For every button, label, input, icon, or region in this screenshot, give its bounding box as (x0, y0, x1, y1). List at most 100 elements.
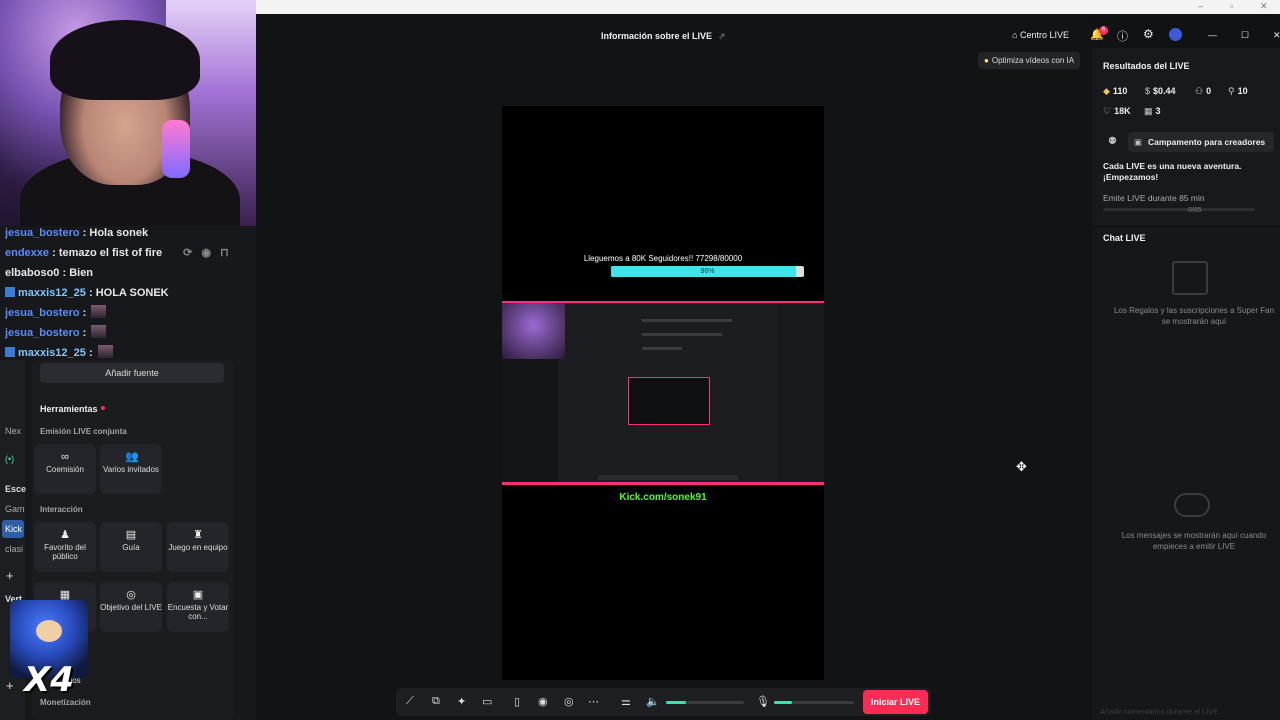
heart-icon: ♡ (1103, 106, 1112, 116)
goal-progress-bar: 96% (611, 266, 804, 277)
kick-logo-icon (5, 287, 15, 297)
avatar[interactable] (1169, 28, 1182, 41)
more-icon[interactable]: ⋯ (588, 695, 599, 708)
phone-icon[interactable]: ▯ (514, 695, 520, 708)
book-icon: ▤ (125, 529, 137, 541)
poll-button[interactable]: ▣ Encuesta y Votar con... (167, 582, 229, 632)
emit-progress-text: 0/85 (1188, 207, 1202, 214)
chat-overlay-message: jesua_bostero : (0, 323, 256, 343)
capture-icon[interactable]: ◎ (564, 695, 574, 708)
microphone-icon[interactable]: 🎙 (756, 695, 770, 708)
kick-logo-icon (5, 347, 15, 357)
app-root: – ▫ ✕ jesua_bostero : Hola sonek endexxe… (0, 0, 1280, 720)
record-icon[interactable]: ◉ (538, 695, 548, 708)
viewers-icon: ⚇ (1195, 86, 1204, 96)
team-game-button[interactable]: ♜ Juego en equipo (167, 522, 229, 572)
goal-percent: 96% (700, 268, 715, 275)
multiplier-sticker: X4 (24, 660, 74, 700)
chat-overlay-message: maxxis12_25 : HOLA SONEK (0, 283, 256, 303)
webcam-overlay (0, 0, 256, 226)
link-icon: ∞ (61, 451, 69, 463)
chat-overlay-message: jesua_bostero : Hola sonek (5, 227, 149, 239)
follower-icon: ⚲ (1228, 86, 1235, 96)
gifters-stat: ▦ 3 (1144, 106, 1161, 116)
chat-overlay: jesua_bostero : Hola sonek endexxe : tem… (0, 223, 256, 363)
chat-title: Chat LIVE (1103, 233, 1146, 243)
gifts-note: Los Regalos y las suscripciones a Super … (1113, 306, 1275, 326)
scene-item[interactable]: Gam (5, 504, 25, 514)
maximize-icon[interactable]: ▫ (1230, 1, 1233, 11)
mixer-icon[interactable]: ⚌ (621, 695, 631, 708)
chat-overlay-message: elbaboso0 : Bien (5, 267, 94, 279)
scene-next[interactable]: Nex (5, 426, 21, 436)
share-icon[interactable]: ⇗ (718, 31, 726, 41)
speaker-icon[interactable]: 🔈 (646, 695, 660, 708)
gift-box-icon (1172, 261, 1208, 295)
minimize-icon[interactable]: – (1198, 1, 1203, 11)
eye-icon[interactable]: ◉ (201, 247, 211, 259)
creator-camp-button[interactable]: ▣ Campamento para creadores (1128, 132, 1274, 152)
gift-icon: ▦ (1144, 106, 1153, 116)
go-live-button[interactable]: Iniciar LIVE (863, 690, 928, 714)
layout-icon[interactable]: ⧉ (432, 695, 440, 708)
close-icon[interactable]: ✕ (1273, 30, 1280, 41)
screen-icon[interactable]: ▭ (482, 695, 492, 708)
live-results: Resultados del LIVE ◆ 110 $ $0.44 ⚇ 0 ⚲ 10 ♡… (1092, 48, 1280, 224)
magic-icon[interactable]: ⟋ (406, 695, 414, 708)
left-pane: jesua_bostero : Hola sonek endexxe : tem… (0, 0, 256, 720)
camp-icon: ▣ (1134, 137, 1143, 147)
mic-slider[interactable] (774, 701, 854, 704)
kick-url-overlay: Kick.com/sonek91 (619, 492, 707, 503)
optimize-video-button[interactable]: ● Optimiza vídeos con IA (978, 52, 1081, 69)
center-area: Información sobre el LIVE ⇗ ⌂ Centro LIVE… (256, 14, 1280, 720)
control-bar: ⟋ ⧉ ✦ ▭ ▯ ◉ ◎ ⋯ ⚌ 🔈 🎙 (396, 688, 931, 716)
scene-item[interactable]: clasi (5, 544, 23, 554)
crowd-icon: ♟ (60, 529, 70, 541)
controller-icon: ♜ (193, 529, 203, 541)
guests-button[interactable]: 👥 Varios invitados (100, 444, 162, 494)
viewers-stat: ⚇ 0 (1195, 86, 1212, 96)
likes-stat: ♡ 18K (1103, 106, 1131, 116)
add-scene-icon[interactable]: + (6, 568, 14, 583)
people-icon[interactable]: ⚉ (1108, 136, 1117, 147)
add-source-button[interactable]: Añadir fuente (40, 363, 224, 383)
chat-bubble-icon (1174, 493, 1210, 517)
coemission-heading: Emisión LIVE conjunta (40, 427, 127, 436)
refresh-icon[interactable]: ⟳ (183, 247, 192, 259)
maximize-icon[interactable]: ☐ (1241, 30, 1249, 41)
guide-button[interactable]: ▤ Guía (100, 522, 162, 572)
goal-text: Lleguemos a 80K Seguidores!! 77298/80000 (583, 254, 743, 263)
live-info-title[interactable]: Información sobre el LIVE ⇗ (601, 31, 726, 42)
tools-heading: Herramientas (40, 404, 105, 414)
target-icon: ◎ (126, 589, 136, 601)
followers-stat: ⚲ 10 (1228, 86, 1248, 96)
chat-overlay-message: endexxe : temazo el fist of fire ⟳ ◉ ⊓ (5, 247, 229, 259)
help-icon[interactable]: ⓘ (1117, 28, 1128, 44)
lock-icon[interactable]: ⊓ (220, 247, 229, 259)
close-icon[interactable]: ✕ (1260, 1, 1268, 12)
minimize-icon[interactable]: — (1208, 30, 1217, 40)
live-chat: Chat LIVE Los Regalos y las suscripcione… (1092, 226, 1280, 720)
coemission-button[interactable]: ∞ Coemisión (34, 444, 96, 494)
favorite-button[interactable]: ♟ Favorito del público (34, 522, 96, 572)
volume-slider[interactable] (666, 701, 744, 704)
emote-icon (97, 345, 113, 358)
emote-icon (91, 305, 107, 318)
notification-badge: 6 (1099, 26, 1108, 35)
effects-icon[interactable]: ✦ (457, 695, 466, 708)
people-icon: 👥 (125, 451, 139, 463)
scene-item[interactable]: Kick (5, 524, 22, 534)
window-titlebar: – ▫ ✕ (256, 0, 1280, 14)
gear-icon[interactable]: ⚙ (1143, 27, 1154, 41)
comment-input[interactable]: Añadir comentarios durante el LIVE (1100, 707, 1218, 716)
move-icon[interactable]: ✥ (1016, 459, 1027, 475)
screen-capture-source[interactable] (502, 301, 824, 485)
chat-overlay-message: jesua_bostero : (0, 303, 256, 323)
objective-button[interactable]: ◎ Objetivo del LIVE (100, 582, 162, 632)
live-center-button[interactable]: ⌂ Centro LIVE (1012, 30, 1069, 40)
poll-icon: ▣ (192, 589, 204, 601)
messages-note: Los mensajes se mostrarán aquí cuando em… (1121, 531, 1267, 551)
microphone-light (162, 120, 190, 178)
add-vertical-icon[interactable]: + (6, 678, 14, 693)
results-title: Resultados del LIVE (1103, 61, 1190, 71)
